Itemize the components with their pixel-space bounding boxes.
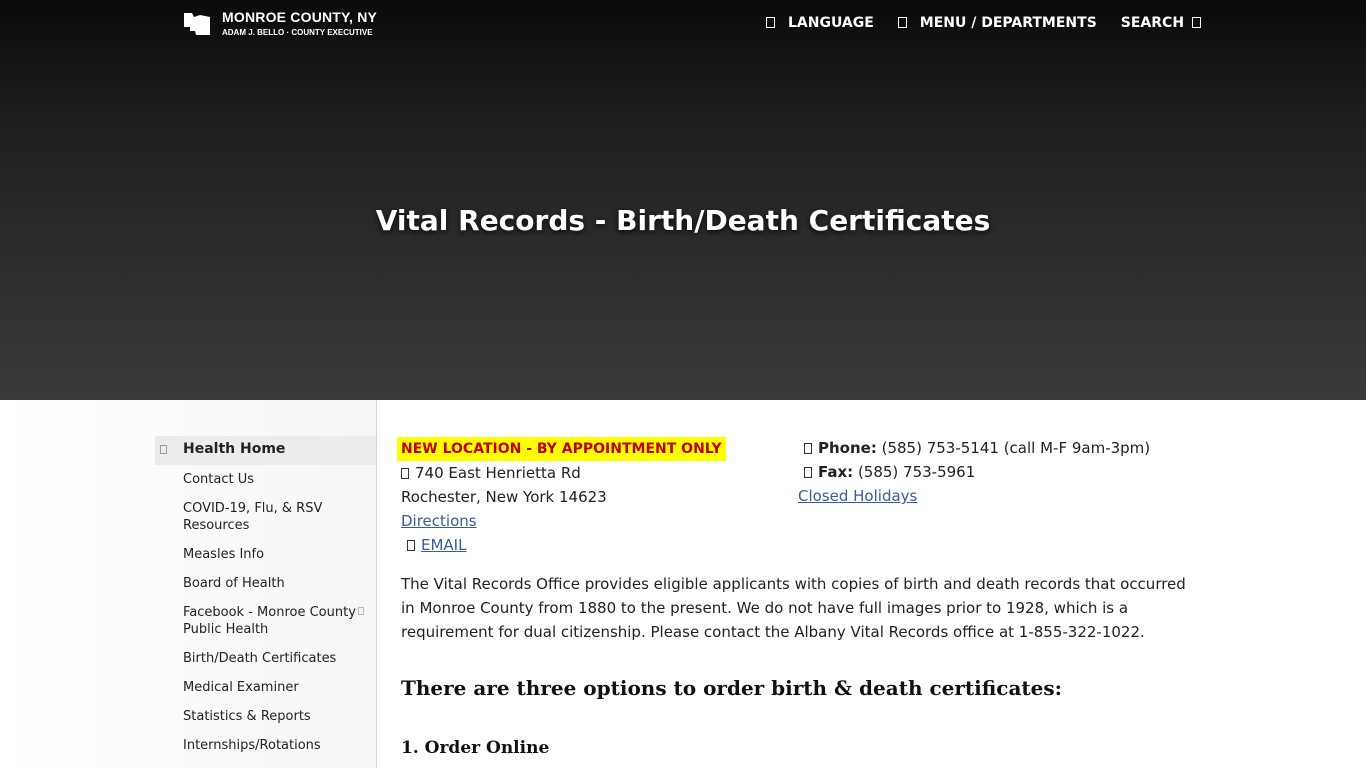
fax-icon	[804, 467, 812, 478]
sidebar-item-label: Internships/Rotations	[183, 738, 321, 753]
address-line-1: 740 East Henrietta Rd	[401, 461, 781, 485]
appointment-notice: NEW LOCATION - BY APPOINTMENT ONLY	[397, 437, 726, 461]
options-heading: There are three options to order birth &…	[401, 676, 1063, 700]
map-marker-icon	[401, 468, 409, 479]
page-title: Vital Records - Birth/Death Certificates	[375, 204, 991, 237]
email-link[interactable]: EMAIL	[421, 536, 466, 554]
sidebar-item-covid-19-flu-rsv-resources[interactable]: COVID-19, Flu, & RSV Resources	[155, 494, 376, 540]
sidebar-item-contact-us[interactable]: Contact Us	[155, 465, 376, 494]
search-button[interactable]: SEARCH	[1121, 15, 1206, 31]
sidebar-item-label: Contact Us	[183, 472, 254, 487]
sidebar-item-label: COVID-19, Flu, & RSV Resources	[183, 501, 323, 533]
top-navigation-bar: MONROE COUNTY, NY ADAM J. BELLO · COUNTY…	[0, 0, 1366, 50]
envelope-icon	[407, 540, 415, 551]
monroe-county-map-icon	[184, 13, 210, 35]
menu-departments-button[interactable]: MENU / DEPARTMENTS	[897, 15, 1097, 31]
closed-holidays-link[interactable]: Closed Holidays	[798, 487, 917, 505]
fax-line: Fax: (585) 753-5961	[798, 460, 1198, 484]
org-name: MONROE COUNTY, NY	[222, 9, 378, 25]
county-executive: ADAM J. BELLO · COUNTY EXECUTIVE	[222, 28, 373, 37]
sidebar-item-board-of-health[interactable]: Board of Health	[155, 569, 376, 598]
hero-banner: MONROE COUNTY, NY ADAM J. BELLO · COUNTY…	[0, 0, 1366, 400]
sidebar-item-label: Measles Info	[183, 547, 265, 562]
search-label: SEARCH	[1120, 15, 1185, 31]
sidebar-item-facebook-monroe-county-public-health[interactable]: Facebook - Monroe County Public Health	[155, 598, 376, 644]
sidebar: Health Home Contact Us COVID-19, Flu, & RS…	[0, 400, 377, 768]
sidebar-item-label: Birth/Death Certificates	[183, 651, 337, 666]
sidebar-item-label: Health Home	[183, 441, 286, 457]
phone-line: Phone: (585) 753-5141 (call M-F 9am-3pm)	[798, 436, 1198, 460]
county-logo[interactable]: MONROE COUNTY, NY ADAM J. BELLO · COUNTY…	[182, 9, 377, 39]
sidebar-nav-list: Health Home Contact Us COVID-19, Flu, & RS…	[155, 436, 376, 760]
vital-records-description: The Vital Records Office provides eligib…	[401, 575, 1186, 641]
search-icon	[1192, 16, 1206, 30]
sidebar-item-measles-info[interactable]: Measles Info	[155, 540, 376, 569]
sidebar-item-label: Medical Examiner	[183, 680, 299, 695]
main-nav: LANGUAGE MENU / DEPARTMENTS SEARCH	[766, 15, 1206, 31]
sidebar-item-label: Board of Health	[183, 576, 285, 591]
language-button[interactable]: LANGUAGE	[766, 15, 874, 31]
menu-label: MENU / DEPARTMENTS	[919, 15, 1097, 31]
external-link-icon	[358, 607, 364, 615]
sidebar-item-internships-rotations[interactable]: Internships/Rotations	[155, 731, 376, 760]
directions-link[interactable]: Directions	[401, 512, 477, 530]
language-label: LANGUAGE	[788, 15, 874, 31]
sidebar-item-health-home[interactable]: Health Home	[155, 436, 376, 465]
location-info: NEW LOCATION - BY APPOINTMENT ONLY 740 E…	[397, 436, 781, 557]
contact-info: Phone: (585) 753-5141 (call M-F 9am-3pm)…	[798, 436, 1198, 508]
sidebar-item-medical-examiner[interactable]: Medical Examiner	[155, 673, 376, 702]
sidebar-item-birth-death-certificates[interactable]: Birth/Death Certificates	[155, 644, 376, 673]
order-online-heading: 1. Order Online	[401, 738, 550, 758]
menu-icon	[897, 16, 912, 30]
home-icon	[160, 445, 167, 454]
globe-icon	[766, 16, 780, 30]
sidebar-item-label: Statistics & Reports	[183, 709, 311, 724]
phone-icon	[804, 443, 812, 454]
address-line-2: Rochester, New York 14623	[401, 488, 607, 506]
sidebar-item-statistics-reports[interactable]: Statistics & Reports	[155, 702, 376, 731]
sidebar-item-label: Facebook - Monroe County Public Health	[183, 605, 356, 637]
